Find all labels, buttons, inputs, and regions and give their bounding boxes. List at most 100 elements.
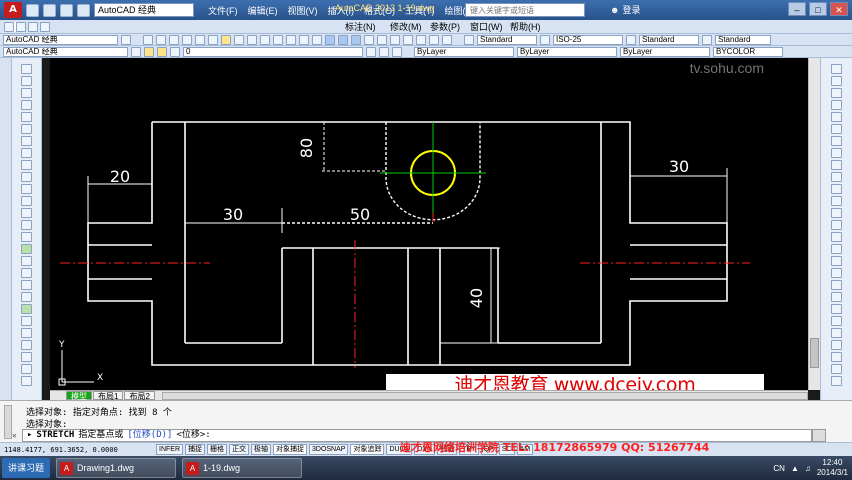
preview-icon[interactable] <box>195 34 205 45</box>
volume-icon[interactable]: ♫ <box>805 464 811 473</box>
table-style-select[interactable]: Standard <box>639 34 699 45</box>
multileader-style-select[interactable]: Standard <box>715 34 771 45</box>
minimize-button[interactable]: – <box>788 2 806 16</box>
fillet-icon[interactable] <box>831 232 842 242</box>
block-editor-icon[interactable] <box>273 34 283 45</box>
sun-icon[interactable] <box>157 46 167 57</box>
erase-icon[interactable] <box>831 64 842 74</box>
point-icon[interactable] <box>21 220 32 230</box>
layer-select[interactable]: 0 <box>183 46 363 57</box>
search-input[interactable]: 键入关键字或短语 <box>465 3 585 17</box>
break-icon[interactable] <box>831 196 842 206</box>
dim-linear-icon[interactable] <box>831 256 842 266</box>
tab-model[interactable]: 模型 <box>66 391 92 401</box>
chamfer-icon[interactable] <box>831 220 842 230</box>
spline-icon[interactable] <box>21 160 32 170</box>
dim-aligned-icon[interactable] <box>831 268 842 278</box>
status-ortho[interactable]: 正交 <box>229 444 249 455</box>
rotate-icon[interactable] <box>831 136 842 146</box>
text-style-icon[interactable] <box>464 34 474 45</box>
lightbulb-icon[interactable] <box>144 46 154 57</box>
dim-baseline-icon[interactable] <box>831 304 842 314</box>
lock-icon[interactable] <box>170 46 180 57</box>
sheet-set-icon[interactable] <box>403 34 413 45</box>
extend-icon[interactable] <box>831 184 842 194</box>
dim-angular-icon[interactable] <box>831 292 842 302</box>
dim-update-icon[interactable] <box>831 364 842 374</box>
status-3dosnap[interactable]: 3DOSNAP <box>309 444 349 455</box>
status-infer[interactable]: INFER <box>156 444 183 455</box>
ellipse-arc-icon[interactable] <box>21 184 32 194</box>
undo-icon[interactable] <box>77 3 90 17</box>
mirror-icon[interactable] <box>831 88 842 98</box>
tab-layout2[interactable]: 布局2 <box>124 391 155 401</box>
center-mark-icon[interactable] <box>831 340 842 350</box>
drawing-area[interactable]: 20 30 50 80 30 40 Y X 迪才恩教育 www.dcejy.co… <box>50 58 808 390</box>
mirror-icon[interactable] <box>21 328 32 338</box>
text-style-select[interactable]: Standard <box>477 34 537 45</box>
insert-block-icon[interactable] <box>21 196 32 206</box>
network-icon[interactable]: ▲ <box>791 464 799 473</box>
pan-icon[interactable] <box>312 34 322 45</box>
print-icon[interactable] <box>40 21 50 32</box>
app-logo[interactable]: A <box>4 2 22 18</box>
tab-layout1[interactable]: 布局1 <box>93 391 124 401</box>
save-icon[interactable] <box>28 21 38 32</box>
tolerance-icon[interactable] <box>831 328 842 338</box>
region-icon[interactable] <box>21 256 32 266</box>
horizontal-scrollbar[interactable] <box>161 391 808 400</box>
status-grid[interactable]: 栅格 <box>207 444 227 455</box>
menu-window[interactable]: 窗口(W) <box>470 20 503 33</box>
calculator-icon[interactable] <box>429 34 439 45</box>
dim-style-select[interactable]: ISO-25 <box>553 34 623 45</box>
explode-icon[interactable] <box>831 244 842 254</box>
array-icon[interactable] <box>21 352 32 362</box>
menu-parametric[interactable]: 参数(P) <box>430 20 460 33</box>
multileader-style-icon[interactable] <box>702 34 712 45</box>
move-icon[interactable] <box>831 124 842 134</box>
vertical-scrollbar[interactable] <box>808 58 820 390</box>
array-icon[interactable] <box>831 112 842 122</box>
status-snap[interactable]: 捕捉 <box>185 444 205 455</box>
polygon-icon[interactable] <box>21 100 32 110</box>
help-icon[interactable] <box>442 34 452 45</box>
status-osnap[interactable]: 对象捕捉 <box>273 444 307 455</box>
redo-icon[interactable] <box>299 34 309 45</box>
erase-icon[interactable] <box>21 304 32 314</box>
menu-modify[interactable]: 修改(M) <box>390 20 422 33</box>
status-otrack[interactable]: 对象追踪 <box>350 444 385 455</box>
dim-radius-icon[interactable] <box>831 280 842 290</box>
table-icon[interactable] <box>21 268 32 278</box>
scroll-thumb[interactable] <box>810 338 819 368</box>
design-center-icon[interactable] <box>377 34 387 45</box>
open-file-icon[interactable] <box>43 3 56 17</box>
dim-continue-icon[interactable] <box>831 316 842 326</box>
zoom-realtime-icon[interactable] <box>325 34 335 45</box>
lineweight-select[interactable]: ByLayer <box>620 46 710 57</box>
dim-edit-icon[interactable] <box>831 352 842 362</box>
rectangle-icon[interactable] <box>21 112 32 122</box>
line-icon[interactable] <box>21 64 32 74</box>
gradient-icon[interactable] <box>21 244 32 254</box>
copy-icon[interactable] <box>831 76 842 86</box>
print-icon[interactable] <box>182 34 192 45</box>
polyline-icon[interactable] <box>21 88 32 98</box>
command-drag-handle[interactable] <box>4 405 12 439</box>
layer-state-icon[interactable] <box>392 46 402 57</box>
add-selected-icon[interactable] <box>21 292 32 302</box>
paste-icon[interactable] <box>247 34 257 45</box>
cut-icon[interactable] <box>221 34 231 45</box>
menu-file[interactable]: 文件(F) <box>208 4 238 17</box>
revcloud-icon[interactable] <box>21 148 32 158</box>
taskbar-item-drawing1[interactable]: A Drawing1.dwg <box>56 458 177 478</box>
tool-palettes-icon[interactable] <box>390 34 400 45</box>
maximize-button[interactable]: □ <box>809 2 827 16</box>
close-button[interactable]: ✕ <box>830 2 848 16</box>
zoom-previous-icon[interactable] <box>351 34 361 45</box>
input-language[interactable]: CN <box>773 464 785 473</box>
workspace-classic-select[interactable]: AutoCAD 经典 <box>3 46 128 57</box>
login-area[interactable]: ☻ 登录 <box>610 3 641 16</box>
make-current-layer-icon[interactable] <box>366 46 376 57</box>
layer-previous-icon[interactable] <box>379 46 389 57</box>
customize-icon[interactable] <box>812 429 826 442</box>
